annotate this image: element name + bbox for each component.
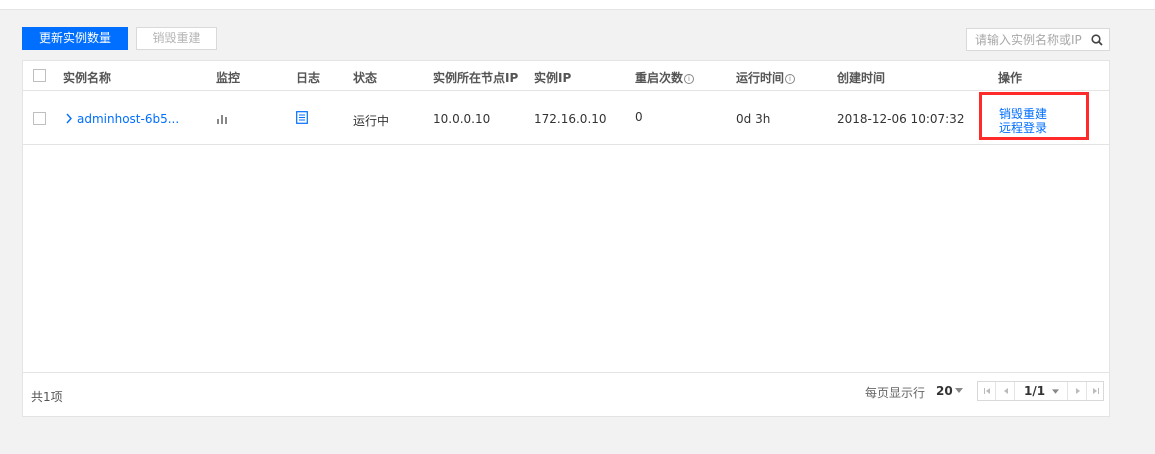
monitor-cell — [216, 113, 228, 127]
header-created-at: 创建时间 — [837, 71, 886, 85]
last-page-icon — [1093, 388, 1099, 394]
update-instance-count-button[interactable]: 更新实例数量 — [22, 27, 128, 50]
current-page-select[interactable]: 1/1 — [1016, 382, 1068, 400]
next-page-icon — [1075, 388, 1080, 394]
instance-name-cell[interactable]: adminhost-6b5... — [65, 112, 179, 126]
table-header: 实例名称 监控 日志 状态 实例所在节点IP 实例IP 重启次数 i 运行时间 i … — [23, 61, 1109, 91]
first-page-button[interactable] — [978, 382, 996, 400]
document-icon[interactable] — [296, 111, 308, 124]
instance-name-link[interactable]: adminhost-6b5... — [77, 112, 179, 126]
table-footer: 共1项 每页显示行 20 1/1 — [23, 372, 1109, 416]
info-icon[interactable]: i — [785, 74, 796, 84]
next-page-button[interactable] — [1069, 382, 1087, 400]
header-restart-count-label: 重启次数 — [635, 71, 684, 85]
header-monitor: 监控 — [216, 71, 241, 85]
info-icon[interactable]: i — [684, 74, 695, 84]
header-node-ip: 实例所在节点IP — [433, 71, 519, 85]
page-size-label: 每页显示行 — [865, 386, 926, 400]
run-time-cell: 0d 3h — [736, 112, 771, 126]
header-actions: 操作 — [998, 71, 1023, 85]
pagination: 1/1 — [977, 381, 1104, 401]
instance-ip-cell: 172.16.0.10 — [534, 112, 607, 126]
header-instance-ip: 实例IP — [534, 71, 572, 85]
node-ip-cell: 10.0.0.10 — [433, 112, 491, 126]
select-all-checkbox[interactable] — [33, 69, 46, 82]
toolbar: 更新实例数量 销毁重建 — [22, 27, 1110, 51]
table-row: adminhost-6b5... 运行中 10.0.0.10 172.16.0.… — [23, 92, 1109, 145]
total-count: 共1项 — [31, 390, 63, 404]
search-icon[interactable] — [1091, 34, 1103, 46]
first-page-icon — [983, 388, 990, 394]
header-run-time-label: 运行时间 — [736, 71, 785, 85]
bar-chart-icon[interactable] — [216, 113, 228, 124]
row-checkbox[interactable] — [33, 112, 46, 125]
last-page-button[interactable] — [1087, 382, 1105, 400]
header-instance-name: 实例名称 — [63, 71, 112, 85]
search-box — [966, 28, 1110, 51]
search-input[interactable] — [967, 29, 1085, 50]
prev-page-button[interactable] — [997, 382, 1015, 400]
log-cell — [296, 111, 308, 127]
actions-highlight-box: 销毁重建 远程登录 — [979, 92, 1089, 140]
created-at-cell: 2018-12-06 10:07:32 — [837, 112, 965, 126]
status-badge: 运行中 — [353, 114, 390, 128]
top-bar — [0, 0, 1155, 10]
prev-page-icon — [1003, 388, 1008, 394]
caret-down-icon[interactable] — [955, 388, 963, 393]
current-page: 1/1 — [1024, 384, 1046, 398]
caret-down-icon — [1052, 389, 1060, 394]
header-log: 日志 — [296, 71, 321, 85]
page-size-select[interactable]: 20 — [936, 384, 953, 398]
instance-table-panel: 实例名称 监控 日志 状态 实例所在节点IP 实例IP 重启次数 i 运行时间 i … — [22, 60, 1110, 417]
header-run-time: 运行时间 i — [736, 69, 796, 86]
header-restart-count: 重启次数 i — [635, 69, 695, 86]
header-status: 状态 — [353, 71, 378, 85]
remote-login-link[interactable]: 远程登录 — [999, 119, 1047, 136]
chevron-right-icon[interactable] — [65, 113, 73, 124]
destroy-rebuild-button[interactable]: 销毁重建 — [136, 27, 217, 50]
restart-count-cell: 0 — [635, 110, 643, 124]
